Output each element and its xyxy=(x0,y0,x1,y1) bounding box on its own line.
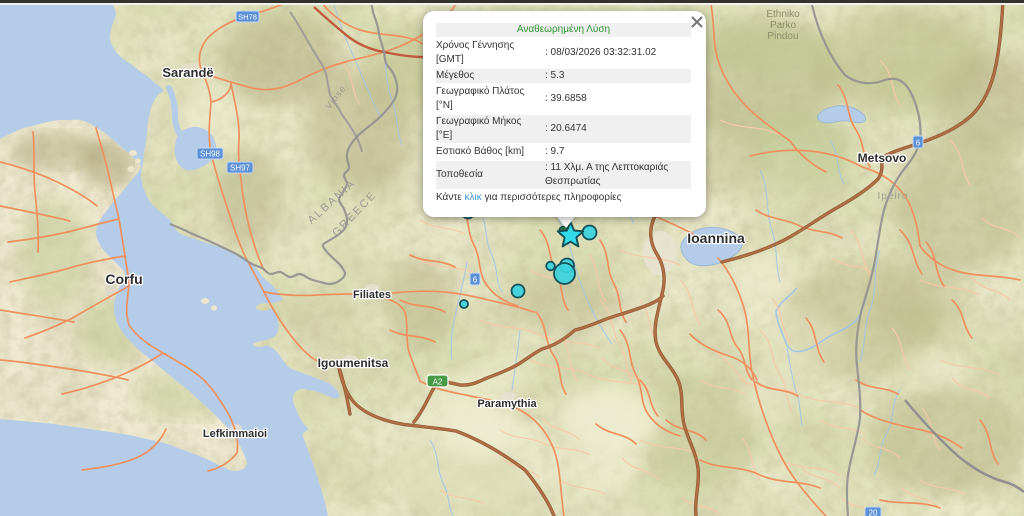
svg-text:Igoumenitsa: Igoumenitsa xyxy=(318,356,389,370)
svg-text:SH78: SH78 xyxy=(238,13,257,22)
svg-text:Metsovo: Metsovo xyxy=(858,151,907,165)
svg-text:A2: A2 xyxy=(433,378,443,387)
svg-text:Sarandë: Sarandë xyxy=(162,65,213,80)
svg-text:Corfu: Corfu xyxy=(105,271,142,287)
svg-text:Ethniko: Ethniko xyxy=(766,9,800,20)
svg-text:SH97: SH97 xyxy=(230,164,251,173)
svg-text:Paramythia: Paramythia xyxy=(477,398,537,410)
svg-text:Filiates: Filiates xyxy=(353,289,391,301)
svg-text:6: 6 xyxy=(473,276,478,285)
svg-text:Ioannina: Ioannina xyxy=(687,230,745,246)
svg-text:20: 20 xyxy=(869,509,878,516)
svg-text:SH98: SH98 xyxy=(200,150,221,159)
svg-text:Parko: Parko xyxy=(770,20,797,31)
svg-text:Pindou: Pindou xyxy=(767,31,798,42)
svg-text:6: 6 xyxy=(916,139,921,148)
svg-text:Ipeiro: Ipeiro xyxy=(877,191,908,202)
svg-text:Lefkimmaioi: Lefkimmaioi xyxy=(203,428,267,440)
